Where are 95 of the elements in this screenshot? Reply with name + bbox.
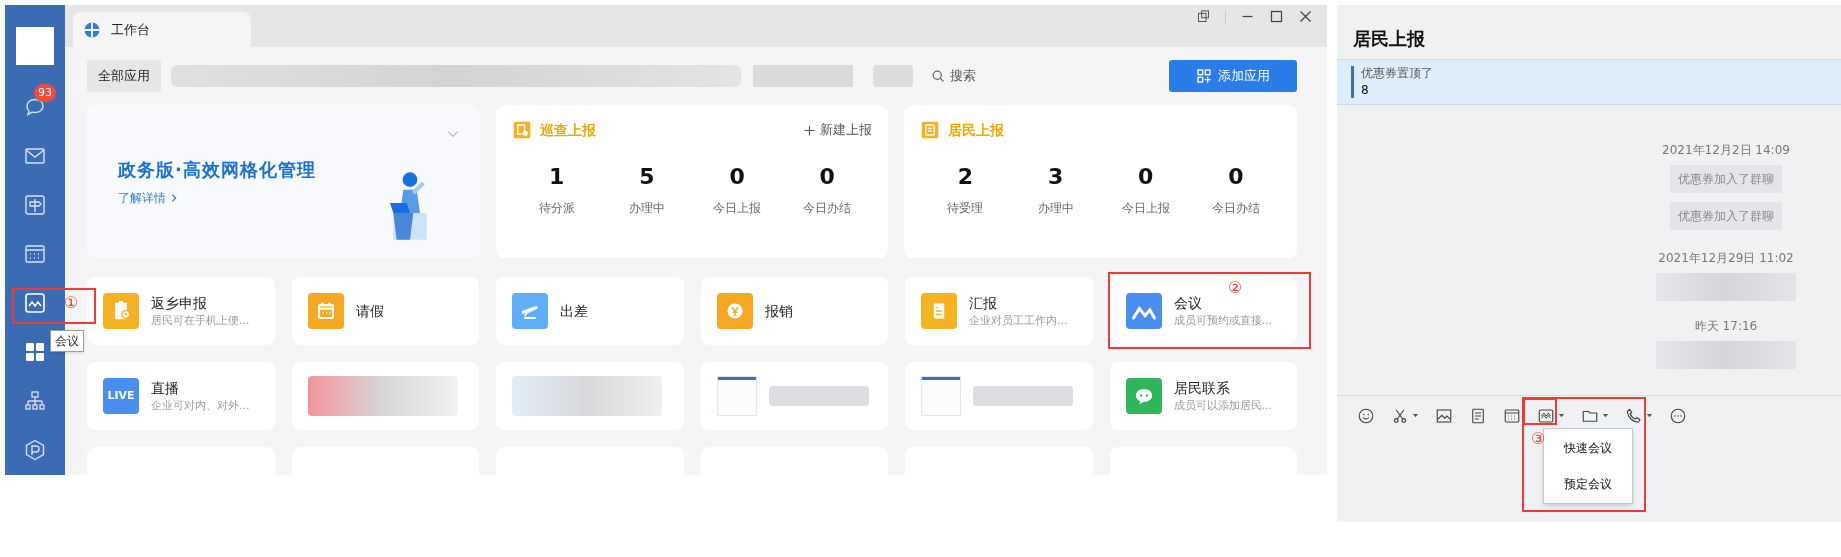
tooltip: 会议 — [50, 330, 84, 352]
add-app-button[interactable]: 添加应用 — [1169, 60, 1297, 92]
app-description: 成员可预约或直接... — [1173, 313, 1272, 329]
meeting-icon — [1537, 406, 1555, 425]
sidebar-item[interactable] — [22, 192, 48, 218]
chevron-right-icon — [169, 193, 179, 203]
banner-title: 政务版·高效网格化管理 — [118, 158, 317, 182]
app-card[interactable]: LIVE 直播 企业可对内、对外... — [87, 362, 275, 430]
new-report-link[interactable]: 新建上报 — [803, 120, 873, 140]
pinned-message[interactable]: 优惠券置顶了 8 — [1337, 60, 1841, 105]
caret-down-icon — [1646, 412, 1653, 419]
app-card[interactable]: 报销 — [700, 277, 888, 345]
hexagon-icon — [23, 438, 47, 462]
stat-value: 1 — [549, 163, 565, 191]
stat-value: 0 — [819, 163, 835, 191]
timestamp: 2021年12月2日 14:09 — [1662, 142, 1790, 159]
stat-label: 办理中 — [628, 200, 665, 217]
meeting-icon — [23, 291, 47, 315]
caret-down-icon — [1602, 412, 1609, 419]
live-label: LIVE — [107, 387, 135, 404]
stat-label: 待分派 — [538, 200, 575, 217]
menu-item[interactable]: 快速会议 — [1564, 437, 1612, 459]
close-icon — [1298, 9, 1313, 24]
tab[interactable]: 工作台 — [73, 12, 251, 48]
compass-logo-icon — [83, 21, 101, 39]
app-description: 企业对员工工作内... — [969, 313, 1068, 329]
app-card[interactable]: 居民联系 成员可以添加居民... — [1109, 362, 1297, 430]
pinned-count: 8 — [1361, 83, 1370, 98]
image-icon — [1435, 406, 1453, 425]
phone-icon — [1625, 406, 1643, 425]
app-description: 居民可在手机上便... — [151, 313, 250, 329]
stat-label: 今日上报 — [713, 200, 762, 217]
org-chart-icon — [23, 389, 47, 413]
stat-label: 今日上报 — [1121, 200, 1170, 217]
annotation-number: ③ — [1531, 430, 1546, 448]
caret-down-icon — [1412, 412, 1419, 419]
maximize-icon — [1269, 9, 1284, 24]
calendar-icon — [23, 242, 47, 266]
plus-icon — [803, 123, 817, 137]
app-description: 企业可对内、对外... — [151, 398, 250, 414]
sidebar-item[interactable] — [22, 290, 48, 316]
report-icon — [511, 120, 532, 140]
screenshot-thumbnail — [921, 376, 961, 416]
stat-label: 办理中 — [1037, 200, 1074, 217]
stat-value: 0 — [1228, 163, 1244, 191]
profile-thumbnail — [16, 27, 54, 65]
app-description: 成员可以添加居民... — [1173, 398, 1272, 414]
apps-grid-icon — [23, 340, 47, 364]
report-icon — [920, 120, 941, 140]
stat-label: 今日办结 — [1211, 200, 1260, 217]
stat-value: 0 — [1138, 163, 1154, 191]
stat-value: 5 — [639, 163, 655, 191]
search-icon — [931, 68, 946, 84]
details-link[interactable]: 了解详情 — [118, 189, 480, 207]
all-apps-tab[interactable]: 全部应用 — [87, 60, 161, 92]
pin-marker — [1351, 66, 1354, 98]
caret-down-icon — [1558, 412, 1565, 419]
timestamp: 2021年12月29日 11:02 — [1658, 250, 1794, 267]
tab-title: 工作台 — [111, 21, 150, 40]
unread-badge: 93 — [34, 84, 56, 102]
stat-value: 3 — [1047, 163, 1064, 191]
screenshot-thumbnail — [716, 376, 757, 416]
stat-label: 今日办结 — [803, 200, 852, 217]
add-grid-icon — [1196, 68, 1212, 84]
menu-item[interactable]: 预定会议 — [1564, 473, 1612, 495]
signpost-icon — [23, 193, 47, 217]
blurred-block — [873, 65, 913, 87]
search-link[interactable]: 搜索 — [931, 66, 976, 86]
more-icon — [1669, 406, 1687, 425]
app-name: 返乡申报 — [151, 294, 208, 313]
app-name: 出差 — [560, 302, 588, 321]
stat-value: 0 — [729, 163, 745, 191]
note-icon — [1469, 406, 1487, 425]
app-name: 汇报 — [969, 294, 998, 313]
calendar-icon — [1503, 406, 1521, 425]
stat-label: 待受理 — [947, 200, 984, 217]
annotation-number: ① — [64, 294, 79, 312]
app-card[interactable]: 出差 — [496, 277, 684, 345]
emoji-icon — [1357, 406, 1375, 425]
system-message: 优惠券加入了群聊 — [1670, 202, 1782, 230]
app-name: 直播 — [151, 379, 180, 398]
search-label: 搜索 — [950, 67, 976, 86]
app-name: 居民联系 — [1173, 379, 1231, 398]
annotation-number: ② — [1228, 279, 1243, 297]
pin-window-icon — [1196, 9, 1211, 24]
pinned-text: 优惠券置顶了 — [1361, 66, 1433, 81]
timestamp: 昨天 17:16 — [1694, 318, 1758, 335]
app-card[interactable]: 返乡申报 居民可在手机上便... — [87, 277, 275, 345]
app-name: 请假 — [355, 302, 384, 321]
app-card[interactable]: 汇报 企业对员工工作内... — [905, 277, 1093, 345]
system-message: 优惠券加入了群聊 — [1670, 165, 1782, 193]
app-name: 会议 — [1173, 294, 1203, 313]
app-name: 报销 — [764, 302, 793, 321]
stat-value: 2 — [957, 163, 974, 191]
app-card[interactable]: 请假 — [291, 277, 479, 345]
